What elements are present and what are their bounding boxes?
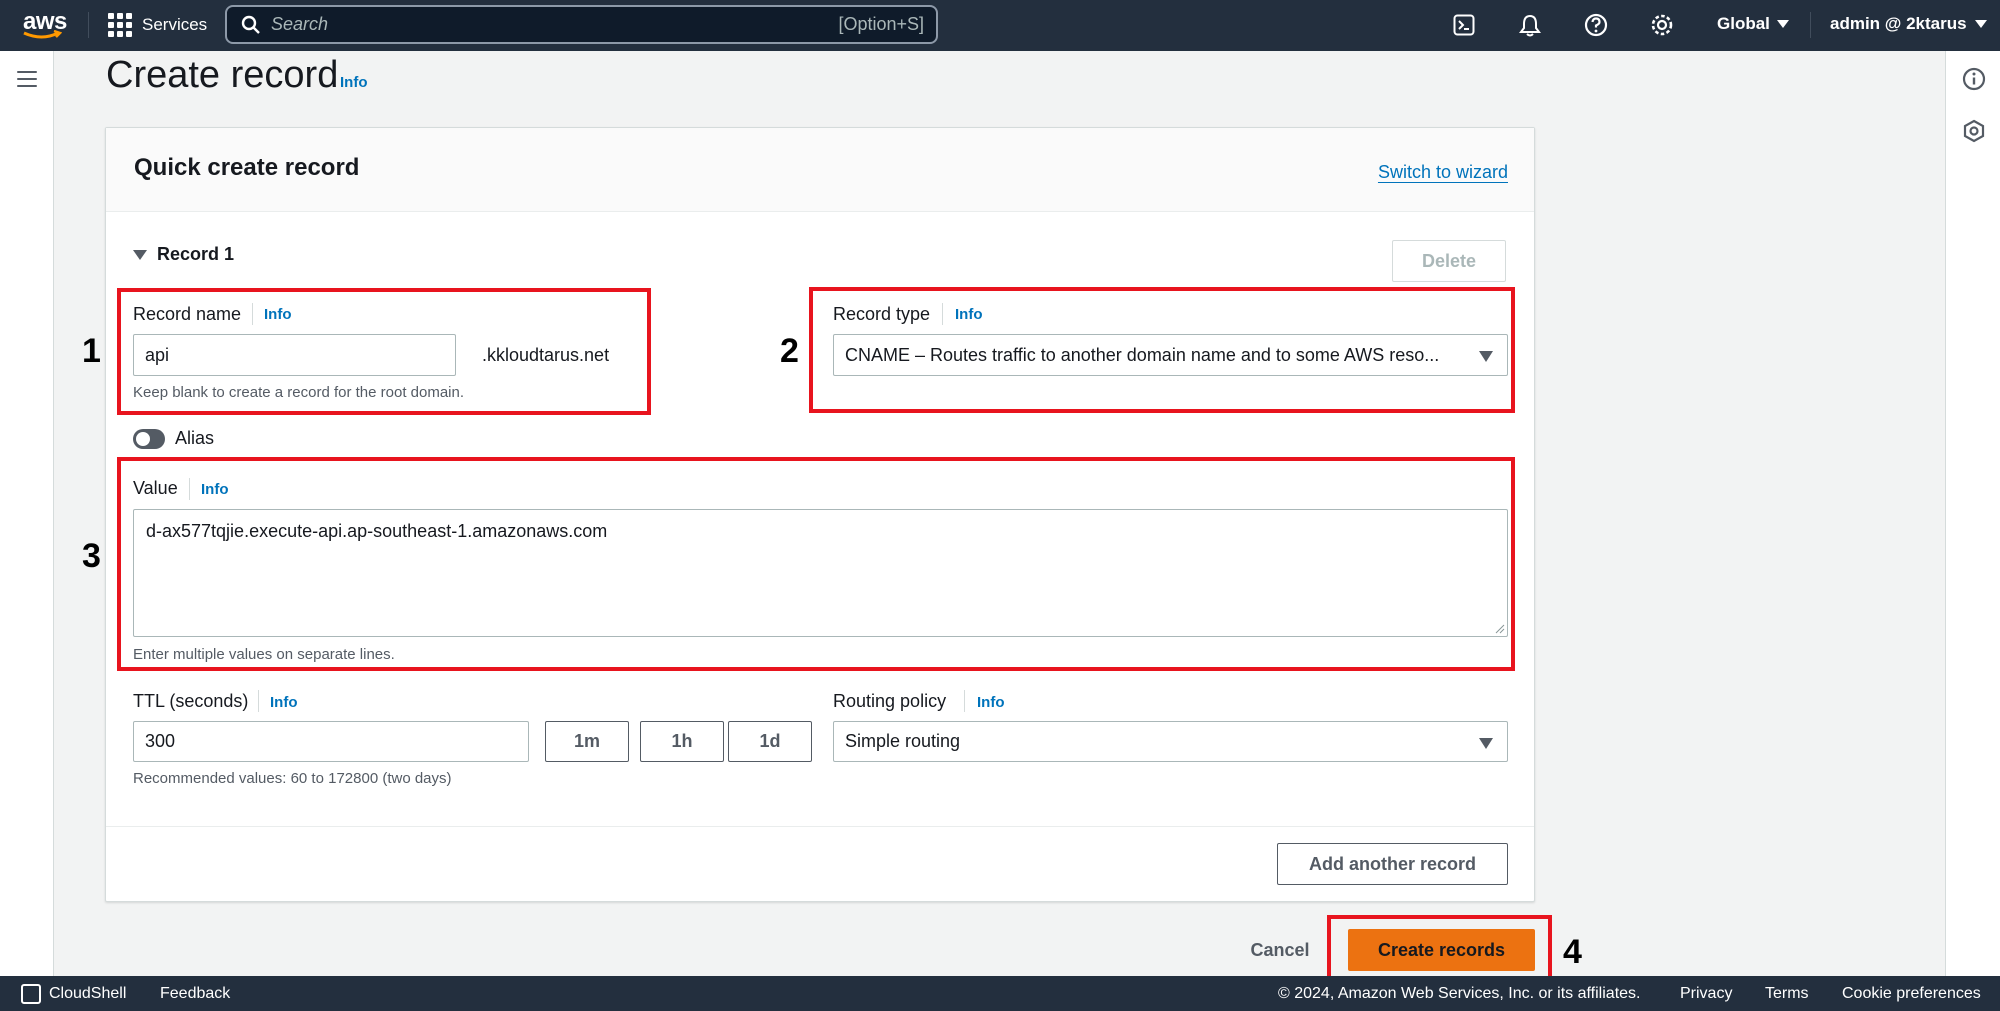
info-divider	[942, 303, 943, 325]
card-title: Quick create record	[134, 154, 360, 181]
aws-logo[interactable]: aws	[20, 6, 68, 44]
record-type-select[interactable]: CNAME – Routes traffic to another domain…	[833, 334, 1508, 376]
value-textarea[interactable]: d-ax577tqjie.execute-api.ap-southeast-1.…	[133, 509, 1508, 637]
value-label: Value	[133, 478, 178, 498]
record-name-value: api	[145, 344, 170, 365]
nav-divider	[1810, 12, 1811, 38]
footer-terms-link[interactable]: Terms	[1765, 985, 1809, 1003]
search-input[interactable]	[271, 14, 839, 35]
settings-gear-icon[interactable]	[1649, 12, 1675, 38]
footer-cookie-preferences-link[interactable]: Cookie preferences	[1842, 985, 1981, 1003]
hamburger-menu-icon[interactable]	[17, 71, 37, 92]
record-type-info-link[interactable]: Info	[955, 306, 983, 323]
value-hint: Enter multiple values on separate lines.	[133, 646, 395, 663]
footer-copyright: © 2024, Amazon Web Services, Inc. or its…	[1278, 985, 1641, 1002]
switch-to-wizard-link[interactable]: Switch to wizard	[1378, 162, 1508, 183]
caret-down-icon	[1479, 738, 1493, 749]
record-name-input[interactable]: api	[133, 334, 456, 376]
ttl-1m-button[interactable]: 1m	[545, 721, 629, 762]
record-name-label: Record name	[133, 304, 242, 324]
cloudshell-icon[interactable]	[1451, 12, 1477, 38]
resize-handle-icon[interactable]	[1495, 624, 1505, 634]
ttl-label: TTL (seconds)	[133, 691, 249, 711]
record-expand-toggle[interactable]: Record 1	[133, 244, 234, 265]
ttl-value: 300	[145, 731, 176, 751]
feedback-hexagon-icon[interactable]	[1962, 119, 1986, 143]
info-divider	[258, 690, 259, 712]
record-name-hint: Keep blank to create a record for the ro…	[133, 384, 465, 401]
search-icon	[241, 15, 260, 34]
search-shortcut: [Option+S]	[838, 14, 924, 34]
domain-suffix: .kkloudtarus.net	[482, 345, 610, 365]
page-title: Create record	[106, 54, 339, 96]
info-divider	[252, 303, 253, 325]
routing-policy-label: Routing policy	[833, 691, 947, 711]
region-selector[interactable]: Global	[1717, 14, 1789, 34]
ttl-1h-button[interactable]: 1h	[640, 721, 724, 762]
top-navigation: aws Services [Option+S] Global admin @ 2…	[0, 0, 2000, 51]
cloudshell-icon[interactable]	[21, 984, 41, 1004]
annotation-number-4: 4	[1563, 933, 1582, 971]
footer: CloudShell Feedback © 2024, Amazon Web S…	[0, 976, 2000, 1011]
services-label: Services	[142, 15, 208, 34]
caret-down-icon	[133, 249, 147, 260]
ttl-1d-button[interactable]: 1d	[728, 721, 812, 762]
routing-policy-select[interactable]: Simple routing	[833, 721, 1508, 762]
info-divider	[964, 690, 965, 712]
services-menu-button[interactable]: Services	[108, 12, 207, 38]
routing-policy-info-link[interactable]: Info	[977, 694, 1005, 711]
grid-icon	[108, 13, 132, 37]
add-another-record-button[interactable]: Add another record	[1277, 843, 1508, 885]
footer-cloudshell-link[interactable]: CloudShell	[49, 985, 126, 1003]
ttl-hint: Recommended values: 60 to 172800 (two da…	[133, 770, 452, 787]
caret-down-icon	[1479, 351, 1493, 362]
account-menu[interactable]: admin @ 2ktarus	[1830, 14, 1987, 34]
info-divider	[189, 478, 190, 500]
left-rail	[0, 51, 54, 976]
value-info-link[interactable]: Info	[201, 481, 229, 498]
caret-down-icon	[1776, 20, 1789, 28]
value-text: d-ax577tqjie.execute-api.ap-southeast-1.…	[146, 521, 608, 541]
footer-privacy-link[interactable]: Privacy	[1680, 985, 1732, 1003]
annotation-number-3: 3	[82, 537, 101, 575]
help-icon[interactable]	[1583, 12, 1609, 38]
region-label: Global	[1717, 14, 1770, 33]
notifications-bell-icon[interactable]	[1517, 12, 1543, 38]
record-name-info-link[interactable]: Info	[264, 306, 292, 323]
footer-feedback-link[interactable]: Feedback	[160, 985, 230, 1003]
search-bar[interactable]: [Option+S]	[225, 5, 938, 44]
cancel-button[interactable]: Cancel	[1240, 930, 1320, 970]
record-toggle-label: Record 1	[157, 244, 235, 264]
record-type-label: Record type	[833, 304, 931, 324]
routing-policy-value: Simple routing	[845, 731, 961, 751]
annotation-number-1: 1	[82, 332, 101, 370]
alias-toggle[interactable]	[133, 429, 165, 449]
ttl-info-link[interactable]: Info	[270, 694, 298, 711]
ttl-input[interactable]: 300	[133, 721, 529, 762]
delete-record-button[interactable]: Delete	[1392, 240, 1506, 282]
info-panel-icon[interactable]	[1962, 67, 1986, 91]
record-type-value: CNAME – Routes traffic to another domain…	[845, 344, 1440, 365]
card-header: Quick create record Switch to wizard	[106, 128, 1534, 212]
nav-divider	[88, 12, 89, 38]
alias-label: Alias	[175, 428, 215, 448]
caret-down-icon	[1974, 20, 1987, 28]
right-rail	[1945, 51, 2000, 976]
page-info-link[interactable]: Info	[340, 74, 368, 91]
annotation-number-2: 2	[780, 332, 799, 370]
create-records-button[interactable]: Create records	[1348, 929, 1535, 971]
card-divider	[106, 826, 1534, 827]
account-label: admin @ 2ktarus	[1830, 14, 1967, 33]
